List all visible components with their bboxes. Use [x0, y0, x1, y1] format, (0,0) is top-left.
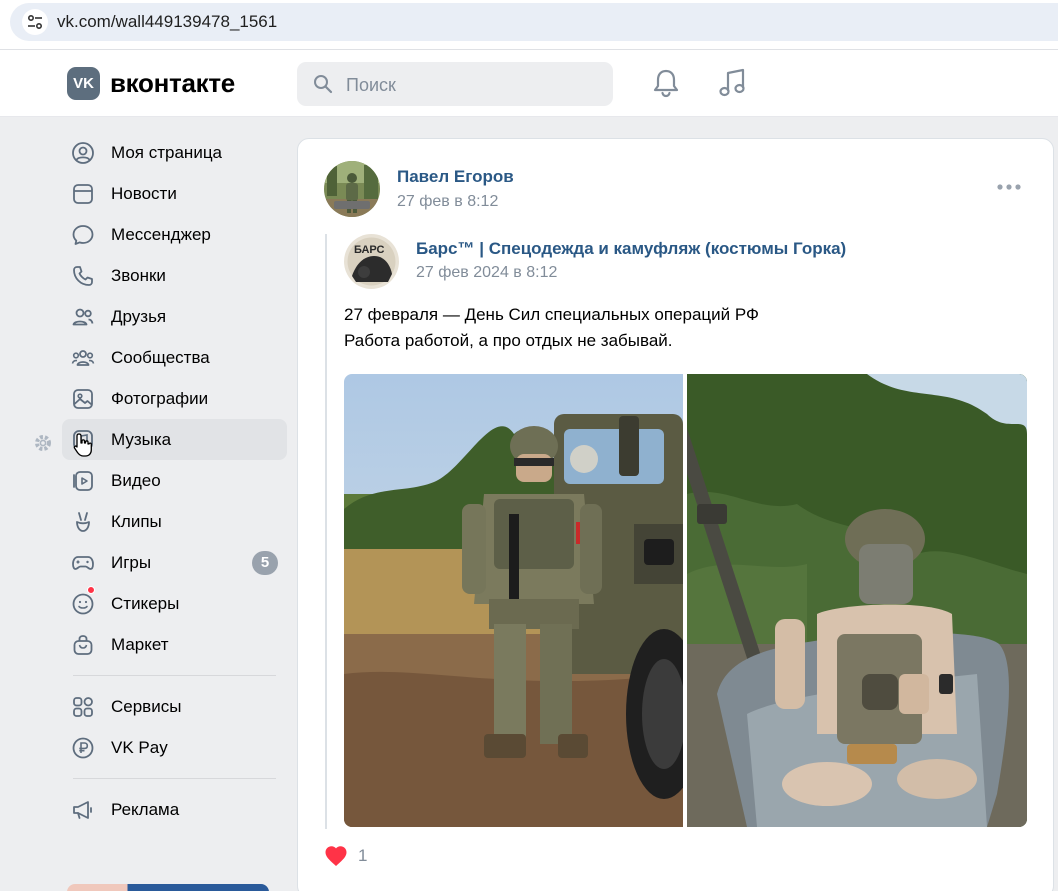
services-icon — [73, 697, 93, 717]
sidebar-item-label: Видео — [111, 471, 161, 490]
sidebar-item-ads[interactable]: Реклама — [62, 789, 287, 830]
gear-icon[interactable] — [33, 433, 53, 453]
sidebar-item-label: Сообщества — [111, 348, 210, 367]
megaphone-icon — [73, 801, 92, 819]
gamepad-icon — [72, 556, 94, 570]
post-text-line: Работа работой, а про отдых не забывай. — [344, 331, 673, 350]
notification-dot — [87, 586, 95, 594]
message-icon — [72, 225, 94, 245]
sidebar-divider — [73, 675, 276, 676]
sidebar-item-label: Друзья — [111, 307, 167, 326]
photo-icon — [73, 389, 93, 409]
sidebar-item-messenger[interactable]: Мессенджер — [62, 214, 287, 255]
sidebar-item-label: Музыка — [111, 430, 172, 449]
sidebar-item-label: Реклама — [111, 800, 180, 819]
post-text-line: 27 февраля — День Сил специальных операц… — [344, 305, 759, 324]
search-input[interactable]: Поиск — [297, 62, 613, 106]
sidebar-item-label: Фотографии — [111, 389, 209, 408]
like-button[interactable]: 1 — [324, 844, 367, 868]
sidebar-item-label: Новости — [111, 184, 177, 203]
sidebar-item-label: Мессенджер — [111, 225, 211, 244]
video-icon — [73, 471, 93, 491]
post-date[interactable]: 27 фев в 8:12 — [397, 193, 498, 211]
post-text: 27 февраля — День Сил специальных операц… — [344, 302, 759, 354]
author-name-link[interactable]: Павел Егоров — [397, 167, 514, 187]
sidebar-item-label: Моя страница — [111, 143, 223, 162]
search-icon — [314, 75, 333, 94]
post-photo[interactable] — [344, 374, 683, 827]
search-placeholder: Поиск — [346, 75, 396, 95]
sidebar-item-photos[interactable]: Фотографии — [62, 378, 287, 419]
sidebar-item-label: Сервисы — [111, 697, 182, 716]
sidebar-item-label: Стикеры — [111, 594, 180, 613]
sidebar-item-clips[interactable]: Клипы — [62, 501, 287, 542]
post-photo[interactable] — [687, 374, 1027, 827]
wall-post: Павел Егоров 27 фев в 8:12 БАРС Барс™ | … — [297, 138, 1054, 891]
logo-text[interactable]: вконтакте — [110, 68, 235, 99]
browser-address-bar: vk.com/wall449139478_1561 — [0, 0, 1058, 50]
phone-icon — [73, 266, 93, 286]
sidebar-item-label: Звонки — [111, 266, 166, 285]
music-note-icon[interactable] — [717, 68, 747, 98]
group-avatar[interactable]: БАРС — [344, 234, 399, 289]
sidebar-item-communities[interactable]: Сообщества — [62, 337, 287, 378]
group-name-link[interactable]: Барс™ | Спецодежда и камуфляж (костюмы Г… — [416, 239, 846, 259]
vk-logo-icon[interactable]: VK — [67, 67, 100, 100]
sidebar-item-friends[interactable]: Друзья — [62, 296, 287, 337]
vk-header: VK вконтакте Поиск — [0, 50, 1058, 117]
sidebar-item-calls[interactable]: Звонки — [62, 255, 287, 296]
ruble-icon — [72, 737, 94, 759]
left-sidebar: Моя страница Новости Мессенджер Звонки Д… — [62, 132, 287, 830]
market-icon — [73, 635, 93, 655]
heart-icon — [325, 846, 347, 866]
sidebar-item-stickers[interactable]: Стикеры — [62, 583, 287, 624]
sidebar-item-news[interactable]: Новости — [62, 173, 287, 214]
sidebar-item-games[interactable]: Игры 5 — [62, 542, 287, 583]
sidebar-item-market[interactable]: Маркет — [62, 624, 287, 665]
sidebar-item-video[interactable]: Видео — [62, 460, 287, 501]
more-options-icon[interactable] — [995, 177, 1023, 197]
url-text[interactable]: vk.com/wall449139478_1561 — [57, 12, 277, 32]
user-circle-icon — [72, 142, 94, 164]
sticker-icon — [72, 593, 94, 615]
author-avatar[interactable] — [324, 161, 380, 217]
sidebar-item-my-page[interactable]: Моя страница — [62, 132, 287, 173]
clips-icon — [76, 512, 90, 532]
repost-date[interactable]: 27 фев 2024 в 8:12 — [416, 264, 557, 282]
sidebar-divider — [73, 778, 276, 779]
sidebar-item-label: Маркет — [111, 635, 169, 654]
sidebar-item-label: Игры — [111, 553, 152, 572]
like-count: 1 — [358, 846, 368, 865]
sidebar-item-label: Клипы — [111, 512, 162, 531]
news-icon — [73, 184, 93, 204]
tune-icon[interactable] — [22, 9, 48, 35]
group-logo-text: БАРС — [354, 244, 384, 256]
friends-icon — [72, 308, 94, 326]
repost-indicator-line — [325, 234, 327, 829]
sidebar-item-services[interactable]: Сервисы — [62, 686, 287, 727]
sidebar-item-vk-pay[interactable]: VK Pay — [62, 727, 287, 768]
hand-cursor-icon — [73, 433, 92, 457]
sidebar-item-music[interactable]: Музыка — [62, 419, 287, 460]
bell-icon[interactable] — [652, 68, 680, 98]
games-count-badge: 5 — [252, 551, 278, 575]
sidebar-item-label: VK Pay — [111, 738, 168, 757]
communities-icon — [71, 350, 95, 366]
sidebar-promo-banner[interactable] — [67, 884, 269, 891]
